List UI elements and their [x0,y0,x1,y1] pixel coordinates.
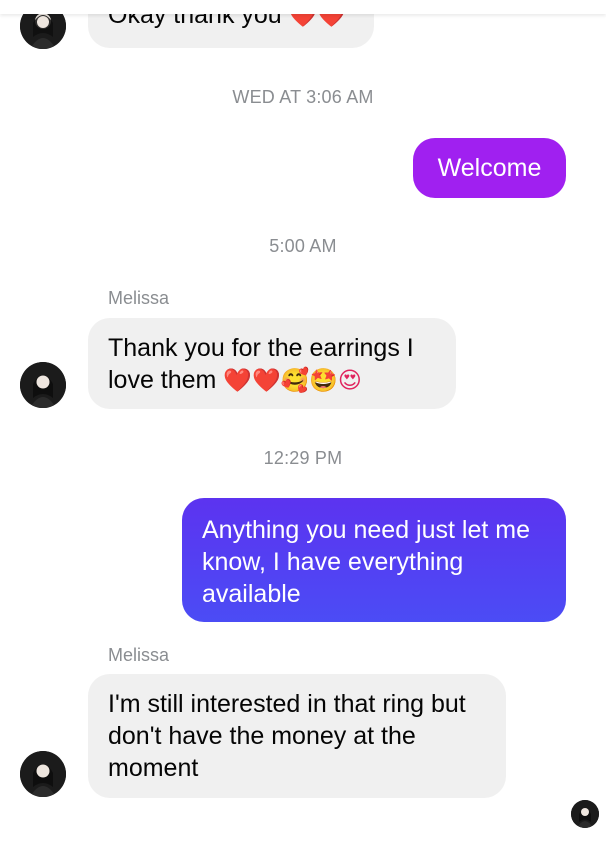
sender-name: Melissa [108,645,170,665]
message-bubble-outgoing[interactable]: Welcome [413,138,566,198]
message-bubble-incoming[interactable]: I'm still interested in that ring but do… [88,674,506,798]
top-bar [0,0,606,14]
timestamp: 12:29 PM [263,448,343,468]
message-text: I'm still interested in that ring but do… [108,690,466,782]
emoji-group: ❤️❤️🥰🤩😍 [223,368,362,394]
message-text: Welcome [437,154,542,182]
seen-avatar-icon [571,800,599,828]
sender-name: Melissa [108,288,170,308]
timestamp: WED AT 3:06 AM [232,87,374,107]
timestamp: 5:00 AM [269,236,337,256]
contact-avatar[interactable] [20,751,66,797]
contact-avatar[interactable] [20,362,66,408]
message-bubble-incoming[interactable]: Thank you for the earrings I love them ❤… [88,318,456,409]
message-bubble-outgoing[interactable]: Anything you need just let me know, I ha… [182,498,566,622]
message-text: Anything you need just let me know, I ha… [202,516,530,608]
